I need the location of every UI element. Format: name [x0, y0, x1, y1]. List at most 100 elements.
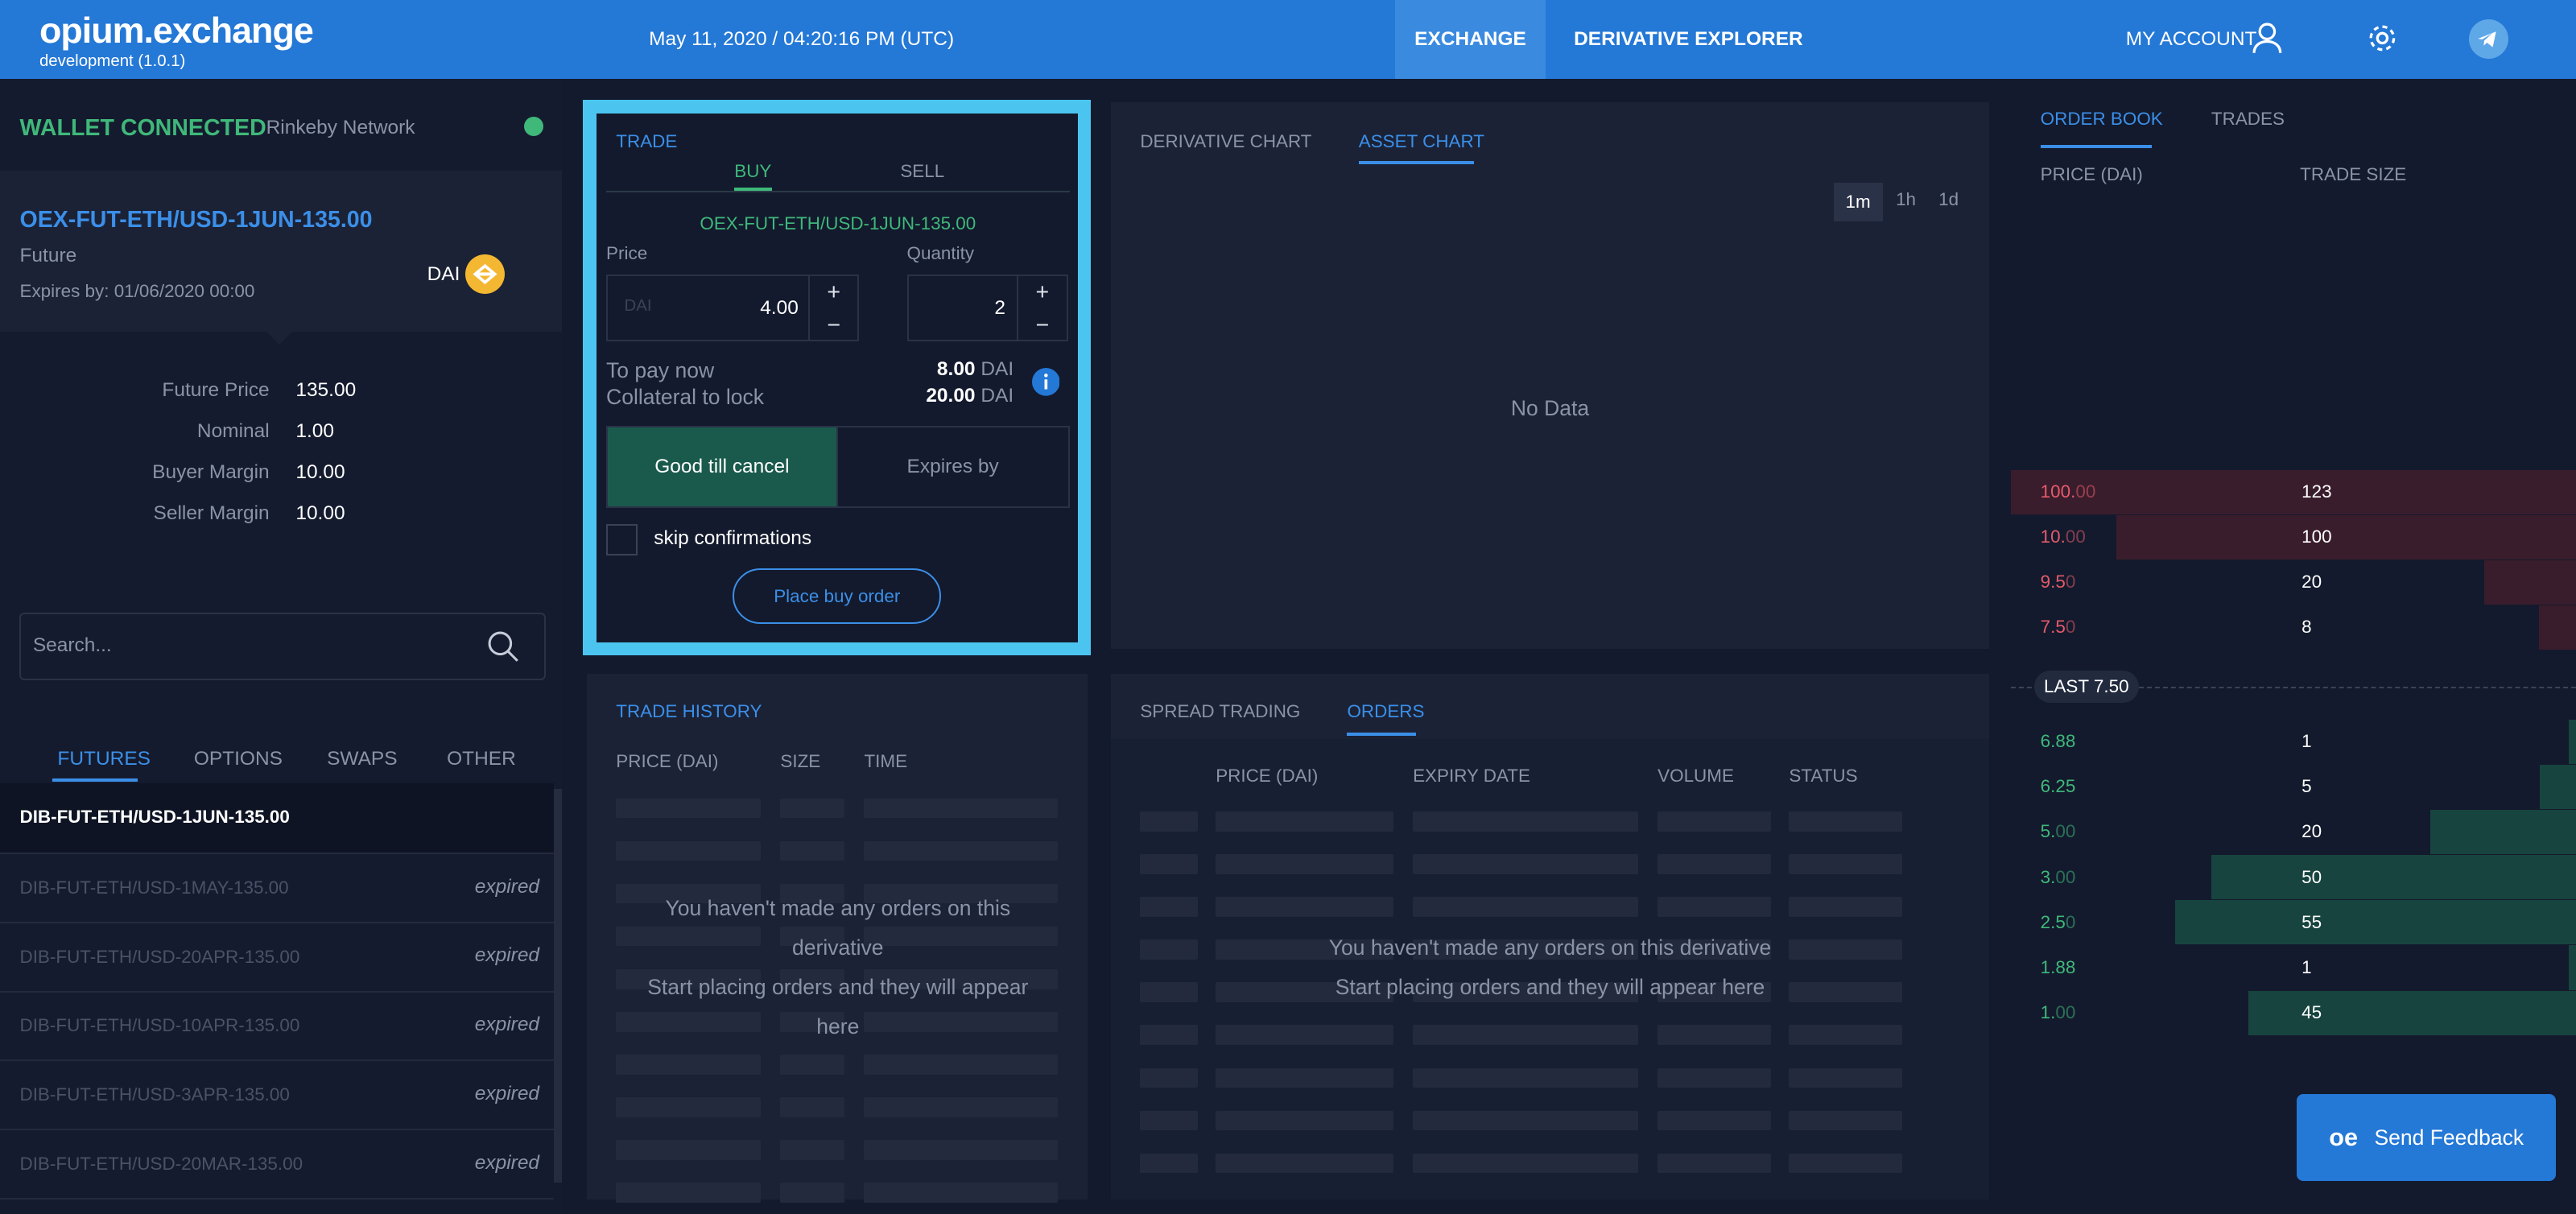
empty-state-line: You haven't made any orders on this deri…	[665, 896, 1011, 960]
column-header: PRICE (DAI)	[616, 750, 719, 771]
collateral-label: Collateral to lock	[606, 384, 765, 409]
order-size[interactable]: 100	[2301, 526, 2331, 547]
price-label: Price	[606, 243, 648, 264]
ask-price[interactable]: 100.00	[2041, 481, 2096, 502]
my-account-link[interactable]: MY ACCOUNT	[2126, 28, 2257, 51]
order-size[interactable]: 50	[2301, 867, 2322, 888]
placeholder-cell	[1413, 1153, 1638, 1174]
list-scrollbar[interactable]	[553, 788, 562, 1183]
telegram-icon[interactable]	[2469, 19, 2509, 60]
tab-trades[interactable]: TRADES	[2211, 109, 2285, 130]
order-size[interactable]: 55	[2301, 912, 2322, 933]
placeholder-cell	[1789, 1025, 1903, 1045]
price-value[interactable]: 4.00	[723, 297, 799, 320]
tab-futures[interactable]: FUTURES	[57, 748, 151, 770]
bid-price[interactable]: 1.00	[2041, 1002, 2076, 1023]
bid-price[interactable]: 6.88	[2041, 731, 2076, 752]
tab-buy[interactable]: BUY	[734, 161, 771, 182]
list-item[interactable]: DIB-FUT-ETH/USD-1MAY-135.00	[19, 877, 288, 898]
tab-underline	[52, 778, 138, 782]
place-buy-order-button[interactable]: Place buy order	[733, 568, 942, 625]
ask-price[interactable]: 10.00	[2041, 526, 2086, 547]
tab-derivative-chart[interactable]: DERIVATIVE CHART	[1140, 131, 1311, 152]
ask-price[interactable]: 7.50	[2041, 617, 2076, 638]
order-size[interactable]: 8	[2301, 617, 2311, 638]
tab-asset-chart[interactable]: ASSET CHART	[1359, 131, 1484, 152]
list-divider	[0, 921, 554, 923]
search-input[interactable]: Search...	[33, 634, 112, 657]
order-size[interactable]: 5	[2301, 776, 2311, 797]
list-item[interactable]: DIB-FUT-ETH/USD-1JUN-135.00	[19, 807, 289, 828]
list-item[interactable]: DIB-FUT-ETH/USD-3APR-135.00	[19, 1084, 289, 1105]
placeholder-cell	[780, 1183, 844, 1203]
placeholder-cell	[1657, 1025, 1771, 1045]
order-size[interactable]: 45	[2301, 1002, 2322, 1023]
expired-tag: expired	[474, 1014, 540, 1036]
user-icon[interactable]	[2252, 22, 2282, 55]
ask-price[interactable]: 9.50	[2041, 572, 2076, 593]
expires-by-toggle[interactable]: Expires by	[836, 425, 1070, 508]
minus-icon[interactable]: −	[810, 309, 857, 342]
bid-price[interactable]: 3.00	[2041, 867, 2076, 888]
column-header: SIZE	[780, 750, 821, 771]
list-item[interactable]: DIB-FUT-ETH/USD-20APR-135.00	[19, 947, 299, 968]
tab-other[interactable]: OTHER	[447, 748, 516, 770]
nav-exchange[interactable]: EXCHANGE	[1394, 0, 1546, 79]
currency-label: DAI	[427, 262, 460, 285]
card-pointer	[266, 332, 292, 345]
placeholder-cell	[1789, 1153, 1903, 1174]
to-pay-unit: DAI	[980, 357, 1014, 380]
ask-depth-bar	[2116, 514, 2576, 560]
divider	[606, 190, 1070, 192]
bid-depth-bar	[2539, 764, 2576, 810]
placeholder-cell	[780, 1097, 844, 1117]
placeholder-cell	[1657, 811, 1771, 832]
minus-icon[interactable]: −	[1018, 309, 1066, 342]
app-logo[interactable]: opium.exchange	[39, 10, 314, 52]
quantity-stepper[interactable]: + −	[1017, 274, 1068, 342]
list-item[interactable]: DIB-FUT-ETH/USD-10APR-135.00	[19, 1015, 299, 1036]
info-icon[interactable]	[1031, 368, 1060, 396]
skip-confirmations-checkbox[interactable]	[606, 524, 638, 555]
timeframe-1h[interactable]: 1h	[1896, 189, 1916, 210]
list-divider	[0, 1129, 554, 1131]
oe-logo-icon: oe	[2329, 1123, 2359, 1151]
bid-price[interactable]: 6.25	[2041, 776, 2076, 797]
plus-icon[interactable]: +	[1018, 276, 1066, 309]
nav-derivative-explorer[interactable]: DERIVATIVE EXPLORER	[1574, 28, 1803, 51]
list-divider	[0, 990, 554, 993]
placeholder-cell	[780, 1055, 844, 1075]
plus-icon[interactable]: +	[810, 276, 857, 309]
good-till-cancel-toggle[interactable]: Good till cancel	[606, 425, 838, 508]
send-feedback-button[interactable]: oe Send Feedback	[2297, 1094, 2557, 1182]
placeholder-cell	[1413, 1025, 1638, 1045]
order-size[interactable]: 20	[2301, 572, 2322, 593]
tab-sell[interactable]: SELL	[900, 161, 944, 182]
placeholder-cell	[1789, 1110, 1903, 1131]
tab-spread-trading[interactable]: SPREAD TRADING	[1140, 701, 1300, 722]
tab-order-book[interactable]: ORDER BOOK	[2041, 109, 2163, 130]
gear-icon[interactable]	[2366, 22, 2399, 55]
order-size[interactable]: 123	[2301, 481, 2331, 502]
bid-price[interactable]: 5.00	[2041, 821, 2076, 842]
list-item[interactable]: DIB-FUT-ETH/USD-20MAR-135.00	[19, 1154, 303, 1175]
timeframe-1m[interactable]: 1m	[1833, 182, 1883, 222]
tab-swaps[interactable]: SWAPS	[327, 748, 397, 770]
placeholder-cell	[1216, 897, 1393, 917]
order-size[interactable]: 1	[2301, 957, 2311, 978]
tab-orders[interactable]: ORDERS	[1347, 701, 1424, 722]
order-size[interactable]: 1	[2301, 731, 2311, 752]
order-size[interactable]: 20	[2301, 821, 2322, 842]
instrument-kind: Future	[19, 245, 77, 267]
quantity-value[interactable]: 2	[920, 297, 1005, 320]
timeframe-1d[interactable]: 1d	[1938, 189, 1959, 210]
no-data-message: No Data	[1510, 395, 1590, 420]
price-stepper[interactable]: + −	[808, 274, 860, 342]
detail-label: Buyer Margin	[152, 461, 270, 484]
column-header: PRICE (DAI)	[1216, 766, 1319, 786]
placeholder-cell	[1657, 897, 1771, 917]
tab-options[interactable]: OPTIONS	[194, 748, 283, 770]
bid-price[interactable]: 1.88	[2041, 957, 2076, 978]
search-icon[interactable]	[486, 630, 519, 663]
bid-price[interactable]: 2.50	[2041, 912, 2076, 933]
